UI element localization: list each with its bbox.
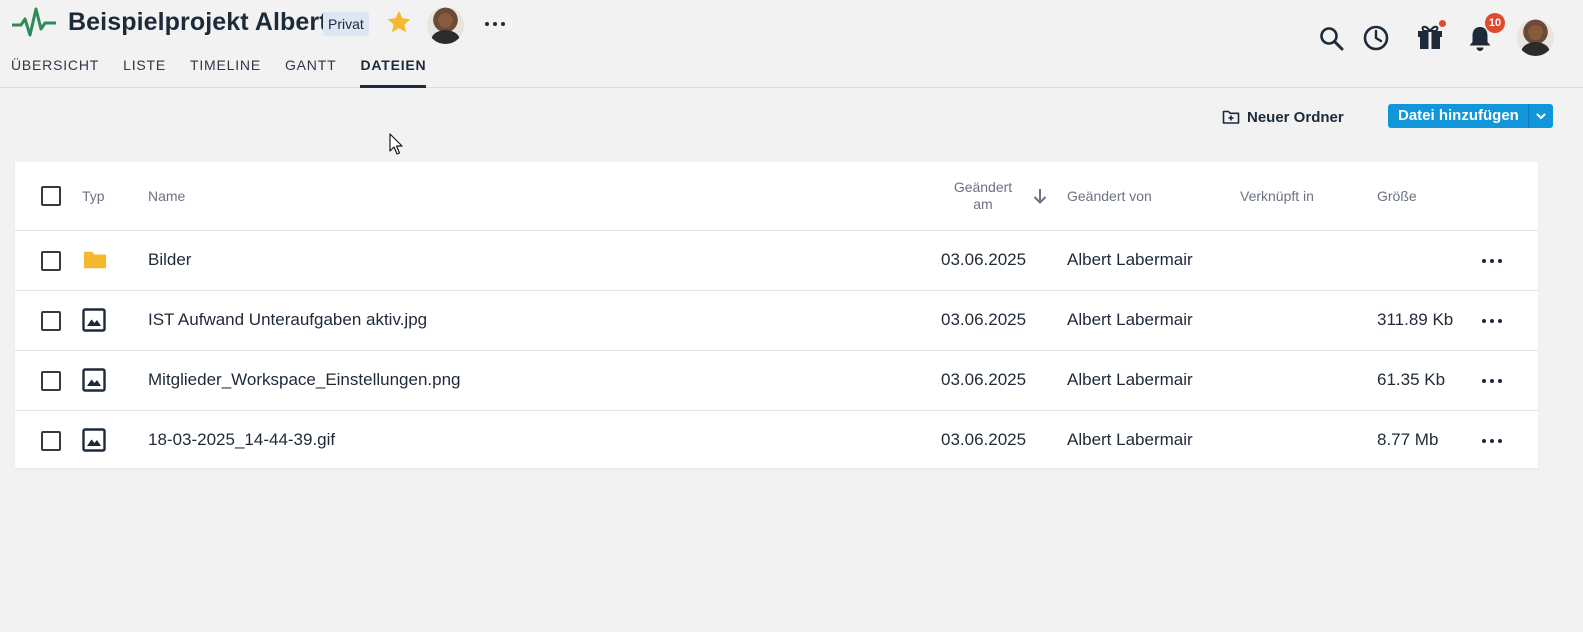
- project-title: Beispielprojekt Albert: [68, 8, 328, 36]
- privacy-badge: Privat: [323, 12, 369, 36]
- row-checkbox[interactable]: [41, 371, 61, 391]
- clock-icon[interactable]: [1361, 23, 1391, 53]
- column-changed-at[interactable]: Geändert am: [943, 179, 1023, 213]
- new-folder-label: Neuer Ordner: [1247, 108, 1344, 126]
- more-horizontal-icon[interactable]: [483, 12, 507, 36]
- row-checkbox[interactable]: [41, 311, 61, 331]
- mouse-cursor-icon: [389, 133, 403, 155]
- file-name[interactable]: Bilder: [148, 250, 191, 270]
- file-size: 311.89 Kb: [1377, 310, 1454, 329]
- add-file-button[interactable]: Datei hinzufügen: [1388, 104, 1528, 128]
- table-header-row: Typ Name Geändert am Geändert von Verknü…: [15, 162, 1538, 231]
- file-name[interactable]: IST Aufwand Unteraufgaben aktiv.jpg: [148, 310, 427, 330]
- changed-at: 03.06.2025: [941, 250, 1027, 269]
- file-size: 8.77 Mb: [1377, 430, 1439, 449]
- tab-timeline[interactable]: TIMELINE: [190, 52, 261, 88]
- app-header: Beispielprojekt Albert Privat ÜBERSICHT …: [0, 0, 1583, 88]
- row-more-icon[interactable]: [1480, 249, 1504, 273]
- files-table: Typ Name Geändert am Geändert von Verknü…: [15, 162, 1538, 468]
- column-size[interactable]: Größe: [1377, 188, 1417, 204]
- image-icon: [82, 428, 106, 452]
- search-icon[interactable]: [1317, 24, 1347, 54]
- notification-count-badge: 10: [1485, 13, 1505, 33]
- pulse-logo-icon[interactable]: [12, 6, 56, 40]
- column-name[interactable]: Name: [148, 188, 185, 204]
- select-all-checkbox[interactable]: [41, 186, 61, 206]
- add-file-dropdown-button[interactable]: [1527, 104, 1553, 128]
- row-checkbox[interactable]: [41, 251, 61, 271]
- tab-uebersicht[interactable]: ÜBERSICHT: [11, 52, 99, 88]
- file-name[interactable]: Mitglieder_Workspace_Einstellungen.png: [148, 370, 460, 390]
- arrow-down-icon[interactable]: [1031, 187, 1049, 205]
- table-row[interactable]: 18-03-2025_14-44-39.gif 03.06.2025 Alber…: [15, 411, 1538, 468]
- chevron-down-icon: [1536, 113, 1546, 119]
- changed-at: 03.06.2025: [941, 430, 1027, 449]
- project-tabs: ÜBERSICHT LISTE TIMELINE GANTT DATEIEN: [11, 52, 450, 88]
- changed-by: Albert Labermair: [1067, 370, 1193, 389]
- folder-plus-icon: [1222, 110, 1240, 124]
- changed-at: 03.06.2025: [941, 310, 1027, 329]
- table-row[interactable]: Mitglieder_Workspace_Einstellungen.png 0…: [15, 351, 1538, 411]
- star-icon[interactable]: [385, 8, 413, 36]
- tab-liste[interactable]: LISTE: [123, 52, 166, 88]
- row-more-icon[interactable]: [1480, 429, 1504, 453]
- tab-gantt[interactable]: GANTT: [285, 52, 336, 88]
- column-type[interactable]: Typ: [82, 188, 105, 204]
- gift-notification-dot: [1438, 19, 1447, 28]
- column-changed-by[interactable]: Geändert von: [1067, 188, 1152, 204]
- user-avatar[interactable]: [1517, 19, 1554, 56]
- table-row[interactable]: IST Aufwand Unteraufgaben aktiv.jpg 03.0…: [15, 291, 1538, 351]
- row-checkbox[interactable]: [41, 431, 61, 451]
- image-icon: [82, 368, 106, 392]
- changed-at: 03.06.2025: [941, 370, 1027, 389]
- table-row[interactable]: Bilder 03.06.2025 Albert Labermair: [15, 231, 1538, 291]
- column-linked-in[interactable]: Verknüpft in: [1240, 188, 1314, 204]
- avatar[interactable]: [427, 7, 464, 44]
- row-more-icon[interactable]: [1480, 369, 1504, 393]
- row-more-icon[interactable]: [1480, 309, 1504, 333]
- file-name[interactable]: 18-03-2025_14-44-39.gif: [148, 430, 335, 450]
- changed-by: Albert Labermair: [1067, 310, 1193, 329]
- tab-dateien[interactable]: DATEIEN: [360, 52, 427, 88]
- folder-icon: [83, 251, 107, 269]
- add-file-split-button: Datei hinzufügen: [1388, 104, 1553, 128]
- file-size: 61.35 Kb: [1377, 370, 1446, 389]
- new-folder-button[interactable]: Neuer Ordner: [1222, 104, 1344, 130]
- changed-by: Albert Labermair: [1067, 250, 1193, 269]
- changed-by: Albert Labermair: [1067, 430, 1193, 449]
- image-icon: [82, 308, 106, 332]
